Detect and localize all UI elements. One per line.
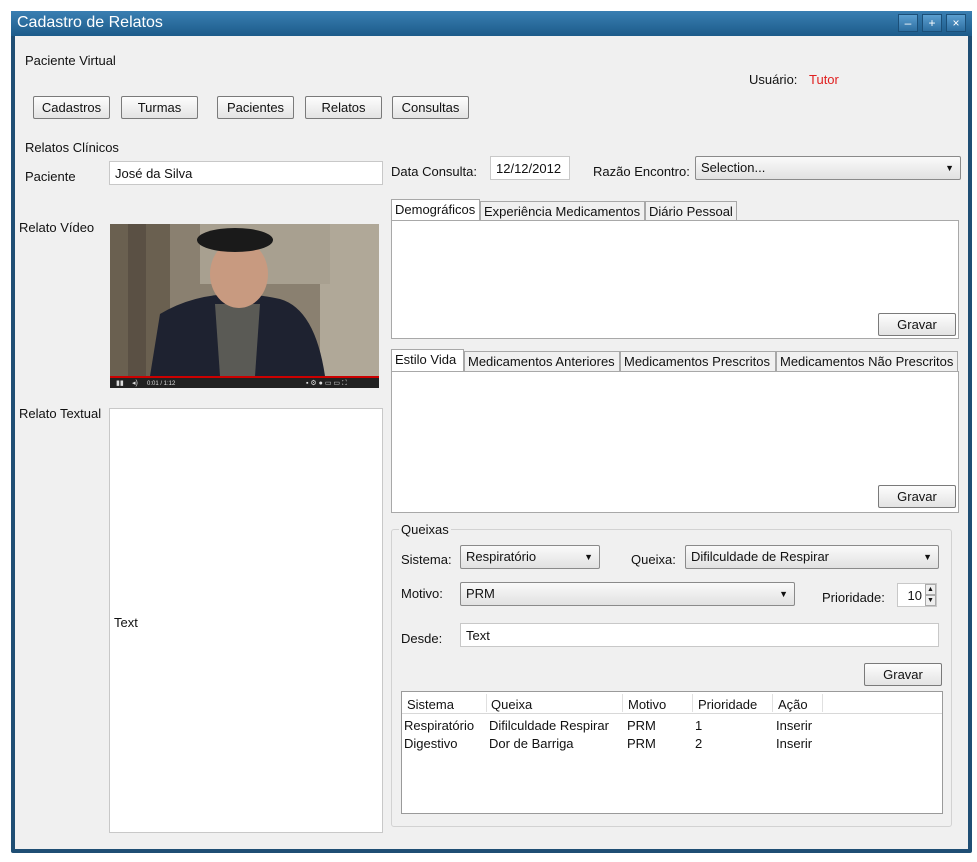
cell-prioridade: 2 — [695, 736, 703, 751]
video-time: 0:01 / 1:12 — [147, 381, 176, 387]
video-frame: 0:01 / 1:12 ▮▮ ◂) ▪ ⚙ ● ▭ ▭ ⛶ — [110, 224, 379, 388]
paciente-input[interactable]: José da Silva — [109, 161, 383, 185]
paciente-label: Paciente — [25, 169, 76, 184]
column-header-queixa[interactable]: Queixa — [491, 697, 532, 712]
sistema-value: Respiratório — [466, 549, 537, 564]
data-consulta-input[interactable]: 12/12/2012 — [490, 156, 570, 180]
user-label: Usuário: — [749, 72, 798, 87]
tab-demograficos[interactable]: Demográficos — [391, 199, 480, 221]
chevron-down-icon: ▼ — [779, 589, 788, 599]
spinner-up-icon[interactable]: ▲ — [925, 584, 936, 595]
user-name: Tutor — [809, 72, 839, 87]
window-title: Cadastro de Relatos — [17, 14, 163, 31]
relato-textual-value: Text — [114, 615, 138, 630]
tab-experiencia-medicamentos[interactable]: Experiência Medicamentos — [480, 201, 645, 221]
close-icon[interactable]: × — [946, 14, 966, 32]
prioridade-value: 10 — [907, 588, 922, 603]
column-header-sistema[interactable]: Sistema — [407, 697, 454, 712]
cell-sistema: Respiratório — [404, 718, 475, 733]
cell-prioridade: 1 — [695, 718, 703, 733]
maximize-icon[interactable]: + — [922, 14, 942, 32]
motivo-value: PRM — [466, 586, 495, 601]
column-header-motivo[interactable]: Motivo — [628, 697, 666, 712]
prioridade-label: Prioridade: — [822, 590, 885, 605]
table-row[interactable]: Digestivo Dor de Barriga PRM 2 Inserir — [402, 735, 942, 753]
tab-medicamentos-prescritos[interactable]: Medicamentos Prescritos — [620, 351, 776, 371]
relato-textual-label: Relato Textual — [19, 406, 102, 421]
pacientes-button[interactable]: Pacientes — [217, 96, 294, 119]
chevron-down-icon: ▼ — [923, 552, 932, 562]
table-header — [402, 692, 942, 714]
gravar-button-1[interactable]: Gravar — [878, 313, 956, 336]
cell-queixa: Dor de Barriga — [489, 736, 574, 751]
svg-text:▪ ⚙ ● ▭ ▭ ⛶: ▪ ⚙ ● ▭ ▭ ⛶ — [306, 379, 347, 387]
tab-medicamentos-nao-prescritos[interactable]: Medicamentos Não Prescritos — [776, 351, 958, 371]
queixa-select[interactable]: Difilculdade de Respirar ▼ — [685, 545, 939, 569]
motivo-label: Motivo: — [401, 586, 443, 601]
column-header-prioridade[interactable]: Prioridade — [698, 697, 757, 712]
tab-panel-demograficos — [391, 220, 959, 339]
cell-motivo: PRM — [627, 718, 656, 733]
razao-encontro-select[interactable]: Selection... ▼ — [695, 156, 961, 180]
queixa-value: Difilculdade de Respirar — [691, 549, 830, 564]
table-row[interactable]: Respiratório Difilculdade Respirar PRM 1… — [402, 717, 942, 735]
data-consulta-label: Data Consulta: — [391, 164, 477, 179]
tab-medicamentos-anteriores[interactable]: Medicamentos Anteriores — [464, 351, 620, 371]
relato-textual-textarea[interactable]: Text — [109, 408, 383, 833]
gravar-button-2[interactable]: Gravar — [878, 485, 956, 508]
tab-estilo-vida[interactable]: Estilo Vida — [391, 349, 464, 371]
razao-encontro-value: Selection... — [701, 160, 766, 175]
razao-encontro-label: Razão Encontro: — [593, 164, 690, 179]
svg-text:◂): ◂) — [132, 380, 138, 387]
chevron-down-icon: ▼ — [584, 552, 593, 562]
cell-sistema: Digestivo — [404, 736, 458, 751]
svg-text:▮▮: ▮▮ — [116, 380, 124, 387]
cell-motivo: PRM — [627, 736, 656, 751]
spinner-down-icon[interactable]: ▼ — [925, 595, 936, 606]
video-player[interactable]: 0:01 / 1:12 ▮▮ ◂) ▪ ⚙ ● ▭ ▭ ⛶ — [110, 224, 379, 388]
queixas-table: Sistema Queixa Motivo Prioridade Ação Re… — [401, 691, 943, 814]
tab-panel-estilo-vida — [391, 371, 959, 513]
tab-diario-pessoal[interactable]: Diário Pessoal — [645, 201, 737, 221]
relatos-button[interactable]: Relatos — [305, 96, 382, 119]
desde-label: Desde: — [401, 631, 443, 646]
motivo-select[interactable]: PRM ▼ — [460, 582, 795, 606]
consultas-button[interactable]: Consultas — [392, 96, 469, 119]
section-title: Relatos Clínicos — [25, 140, 119, 155]
turmas-button[interactable]: Turmas — [121, 96, 198, 119]
desde-input[interactable]: Text — [460, 623, 939, 647]
chevron-down-icon: ▼ — [945, 163, 954, 173]
app-name: Paciente Virtual — [25, 53, 116, 68]
column-header-acao[interactable]: Ação — [778, 697, 808, 712]
queixa-label: Queixa: — [631, 552, 676, 567]
cadastros-button[interactable]: Cadastros — [33, 96, 110, 119]
relato-video-label: Relato Vídeo — [19, 220, 95, 235]
cell-queixa: Difilculdade Respirar — [489, 718, 609, 733]
gravar-button-3[interactable]: Gravar — [864, 663, 942, 686]
sistema-select[interactable]: Respiratório ▼ — [460, 545, 600, 569]
cell-acao[interactable]: Inserir — [776, 736, 812, 751]
sistema-label: Sistema: — [401, 552, 452, 567]
cell-acao[interactable]: Inserir — [776, 718, 812, 733]
queixas-title: Queixas — [399, 522, 451, 537]
minimize-icon[interactable]: – — [898, 14, 918, 32]
